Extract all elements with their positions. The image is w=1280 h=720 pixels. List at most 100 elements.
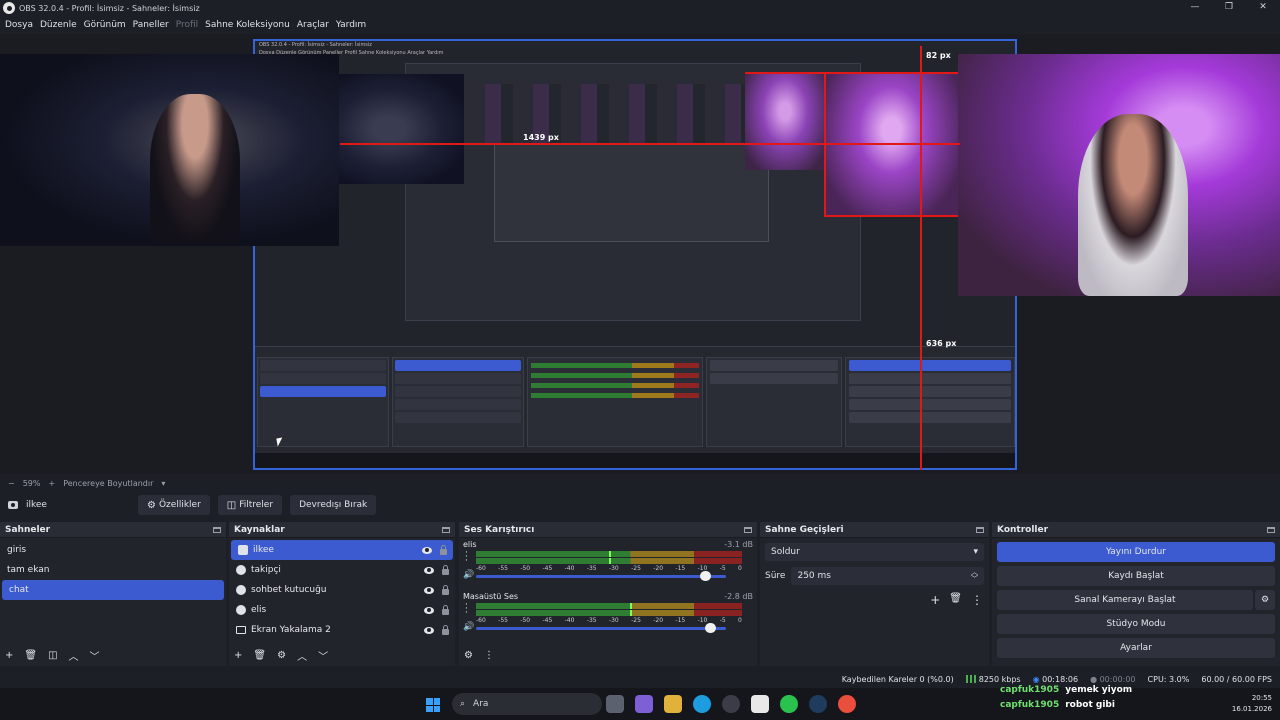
undock-icon[interactable] (744, 526, 752, 533)
menu-tools[interactable]: Araçlar (294, 20, 332, 30)
spin-arrows-icon[interactable]: ︿ ﹀ (971, 569, 978, 583)
scene-item-chat[interactable]: chat (2, 580, 224, 600)
start-button-windows-icon[interactable] (426, 698, 440, 712)
remove-transition-button[interactable]: 🗑 (949, 593, 962, 607)
menu-help[interactable]: Yardım (333, 20, 369, 30)
speaker-icon[interactable]: 🔊 (463, 622, 474, 632)
taskbar-search[interactable]: ⌕ Ara (452, 693, 602, 715)
channel-menu-icon[interactable]: · · · (465, 549, 468, 566)
virtual-camera-row: Sanal Kamerayı Başlat ⚙ (992, 586, 1280, 610)
remove-scene-button[interactable]: 🗑 (24, 650, 37, 661)
menu-view[interactable]: Görünüm (81, 20, 129, 30)
peak-indicator (630, 603, 633, 609)
file-explorer-icon[interactable] (664, 695, 682, 713)
undock-icon[interactable] (1267, 526, 1275, 533)
menu-docks[interactable]: Paneller (130, 20, 172, 30)
volume-slider-handle[interactable] (705, 623, 716, 633)
undock-icon[interactable] (213, 526, 221, 533)
transition-select[interactable]: Soldur ▾ (765, 543, 984, 561)
menu-scene-collection[interactable]: Sahne Koleksiyonu (202, 20, 293, 30)
channel-menu-icon[interactable]: · · · (465, 601, 468, 618)
preview-canvas[interactable]: OBS 32.0.4 - Profil: İsimsiz - Sahneler:… (0, 34, 1280, 474)
whatsapp-icon[interactable] (780, 695, 798, 713)
lock-icon[interactable] (442, 564, 449, 575)
guide-line-horizontal (340, 143, 960, 145)
meter-tick-label: -35 (586, 617, 597, 624)
mixer-settings-icon[interactable]: ⚙ (464, 650, 473, 661)
chrome-icon[interactable] (838, 695, 856, 713)
lock-icon[interactable] (440, 544, 447, 555)
lock-icon[interactable] (442, 604, 449, 615)
duration-value: 250 ms (797, 571, 831, 581)
zoom-mode-label[interactable]: Pencereye Boyutlandır (63, 479, 153, 488)
mixer-menu-icon[interactable]: ⋮ (484, 650, 494, 661)
volume-slider[interactable] (476, 571, 726, 581)
visibility-eye-icon[interactable] (424, 566, 434, 574)
menu-edit[interactable]: Düzenle (37, 20, 80, 30)
scenes-dock-header: Sahneler (0, 522, 226, 538)
source-properties-button[interactable]: ⚙ (277, 650, 286, 661)
deactivate-button[interactable]: Devredışı Bırak (290, 495, 377, 515)
meter-tick-label: -15 (675, 565, 686, 572)
duration-spinbox[interactable]: 250 ms ︿ ﹀ (791, 567, 984, 585)
add-source-button[interactable]: + (234, 650, 242, 661)
source-item-elis[interactable]: elis (229, 600, 455, 620)
visibility-eye-icon[interactable] (424, 606, 434, 614)
zoom-in-button[interactable]: + (48, 479, 55, 488)
maximize-button[interactable]: ❐ (1212, 0, 1246, 16)
zoom-out-button[interactable]: − (8, 479, 15, 488)
filters-button[interactable]: ◫ Filtreler (217, 495, 283, 515)
move-scene-up-button[interactable]: ︿ (69, 648, 79, 663)
lock-icon[interactable] (442, 584, 449, 595)
copilot-icon[interactable] (635, 695, 653, 713)
scene-filters-button[interactable]: ◫ (48, 650, 57, 661)
scenes-title: Sahneler (5, 524, 51, 535)
zoom-mode-dropdown-icon[interactable]: ▾ (161, 479, 165, 488)
minimize-button[interactable]: — (1178, 0, 1212, 16)
obs-taskbar-icon[interactable] (722, 695, 740, 713)
edge-icon[interactable] (693, 695, 711, 713)
remove-source-button[interactable]: 🗑 (253, 650, 266, 661)
volume-slider[interactable] (476, 623, 726, 633)
webcam-feed-small (339, 74, 464, 184)
add-scene-button[interactable]: + (5, 650, 13, 661)
system-clock[interactable]: 20:55 16.01.2026 (1232, 693, 1272, 715)
transition-menu-icon[interactable]: ⋮ (971, 593, 983, 607)
virtual-camera-settings-gear-icon[interactable]: ⚙ (1255, 590, 1275, 610)
visibility-eye-icon[interactable] (422, 546, 432, 554)
move-scene-down-button[interactable]: ﹀ (90, 648, 100, 663)
add-transition-button[interactable]: + (930, 593, 940, 607)
close-button[interactable]: ✕ (1246, 0, 1280, 16)
move-source-up-button[interactable]: ︿ (297, 648, 307, 663)
lock-icon[interactable] (442, 624, 449, 635)
scene-item-tam-ekan[interactable]: tam ekan (0, 560, 226, 580)
transitions-toolbar: + 🗑 ⋮ (760, 593, 989, 607)
start-recording-button[interactable]: Kaydı Başlat (997, 566, 1275, 586)
visibility-eye-icon[interactable] (424, 626, 434, 634)
webcam-feed-purple[interactable] (958, 54, 1280, 296)
studio-mode-button[interactable]: Stüdyo Modu (997, 614, 1275, 634)
source-item-sohbet-kutucugu[interactable]: sohbet kutucuğu (229, 580, 455, 600)
stop-stream-button[interactable]: Yayını Durdur (997, 542, 1275, 562)
volume-slider-handle[interactable] (700, 571, 711, 581)
gear-icon: ⚙ (147, 499, 156, 511)
task-view-icon[interactable] (606, 695, 624, 713)
store-icon[interactable] (751, 695, 769, 713)
steam-icon[interactable] (809, 695, 827, 713)
visibility-eye-icon[interactable] (424, 586, 434, 594)
speaker-icon[interactable]: 🔊 (463, 570, 474, 580)
source-item-ekran-yakalama[interactable]: Ekran Yakalama 2 (229, 620, 455, 640)
menu-file[interactable]: Dosya (2, 20, 36, 30)
settings-button[interactable]: Ayarlar (997, 638, 1275, 658)
source-item-takipci[interactable]: takipçi (229, 560, 455, 580)
undock-icon[interactable] (976, 526, 984, 533)
properties-button[interactable]: ⚙ Özellikler (138, 495, 210, 515)
undock-icon[interactable] (442, 526, 450, 533)
scene-item-giris[interactable]: giris (0, 540, 226, 560)
guide-label-top: 82 px (926, 51, 951, 60)
start-virtual-camera-button[interactable]: Sanal Kamerayı Başlat (997, 590, 1253, 610)
source-item-ilkee[interactable]: ilkee (231, 540, 453, 560)
peak-indicator (609, 551, 611, 557)
nested-dock-area (255, 346, 1015, 456)
move-source-down-button[interactable]: ﹀ (318, 648, 328, 663)
